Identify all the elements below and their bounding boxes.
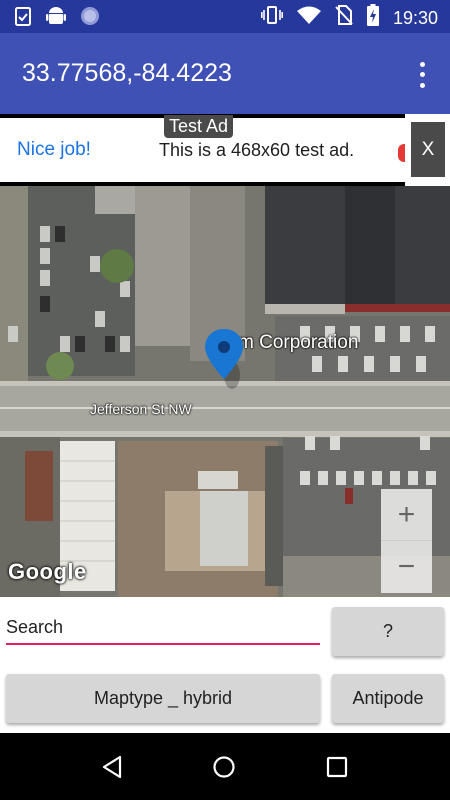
battery-charging-icon — [366, 4, 379, 31]
ad-text: This is a 468x60 test ad. — [159, 140, 355, 160]
ad-close-button[interactable]: X — [411, 122, 445, 177]
recents-square-icon[interactable] — [324, 754, 350, 780]
clipboard-check-icon — [14, 6, 32, 31]
map-view[interactable]: m Corporation Jefferson St NW Google + − — [0, 186, 450, 597]
status-bar: 19:30 — [0, 0, 450, 33]
wifi-icon — [296, 6, 321, 29]
nav-bar — [0, 733, 450, 800]
controls-panel: ? Maptype _ hybrid Antipode — [0, 597, 450, 733]
google-logo: Google — [8, 559, 87, 584]
search-input[interactable] — [6, 611, 320, 645]
back-triangle-icon[interactable] — [99, 754, 125, 780]
circle-dots-icon — [80, 6, 100, 31]
zoom-out-button[interactable]: − — [381, 541, 432, 593]
ad-nice-job-text: Nice job! — [17, 139, 91, 160]
home-circle-icon[interactable] — [211, 754, 237, 780]
antipode-button[interactable]: Antipode — [332, 674, 444, 723]
page-title: 33.77568,-84.4223 — [22, 59, 232, 87]
app-bar: 33.77568,-84.4223 — [0, 33, 450, 114]
maptype-button[interactable]: Maptype _ hybrid — [6, 674, 320, 723]
android-icon — [46, 5, 66, 32]
map-street-label: Jefferson St NW — [90, 401, 192, 417]
screen: 19:30 33.77568,-84.4223 Nice job! This i… — [0, 0, 450, 800]
zoom-in-button[interactable]: + — [381, 489, 432, 541]
ad-red-shape — [398, 144, 405, 162]
ad-label: Test Ad — [164, 115, 234, 138]
overflow-menu-icon[interactable] — [414, 59, 430, 91]
map-place-label: m Corporation — [238, 332, 359, 353]
clock: 19:30 — [392, 7, 438, 28]
ad-area: Nice job! This is a 468x60 test ad. Test… — [0, 114, 450, 186]
help-button[interactable]: ? — [332, 607, 444, 656]
vibrate-icon — [260, 5, 283, 30]
no-sim-icon — [335, 5, 353, 30]
